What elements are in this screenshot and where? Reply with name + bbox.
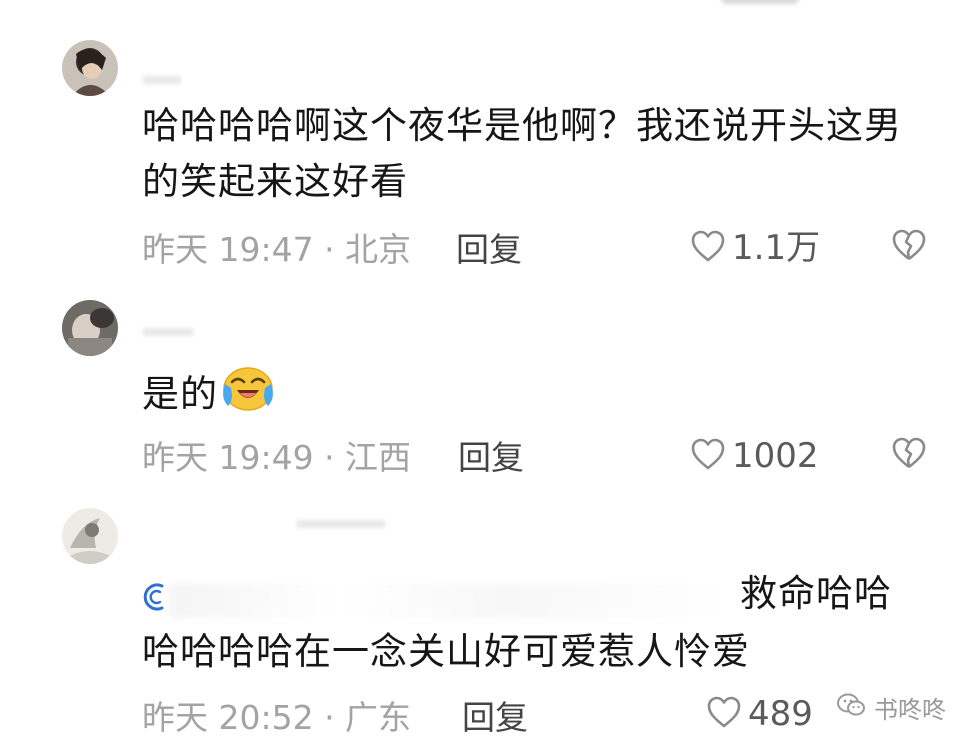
heart-icon [706,695,742,733]
like-button[interactable]: 489 [706,692,813,736]
username-blur [142,76,182,84]
comment-body: 是的 [142,372,218,416]
comment-meta: 昨天 20:52 · 广东 [142,698,412,737]
username-blur [142,328,194,336]
watermark: 书咚咚 [836,690,946,725]
heart-icon [690,437,726,475]
comment-meta: 昨天 19:49 · 江西 [142,438,412,477]
comment-text: 是的 [142,364,274,428]
username-blur [296,520,386,528]
crying-laughing-emoji [222,364,274,428]
blurred-quote [170,584,730,618]
reply-button[interactable]: 回复 [462,696,528,740]
comment-text: 哈哈哈哈在一念关山好可爱惹人怜爱 [142,630,750,673]
comment-meta: 昨天 19:47 · 北京 [142,230,412,269]
like-button[interactable]: 1.1万 [690,226,820,270]
heart-icon [690,229,726,267]
search-link-icon[interactable] [142,580,170,618]
comment-quote-tail: 救命哈哈 [740,572,892,615]
dislike-button[interactable] [890,436,928,474]
watermark-label: 书咚咚 [874,696,946,724]
avatar[interactable] [62,508,118,564]
like-button[interactable]: 1002 [690,434,819,478]
like-count: 1002 [732,436,819,476]
avatar[interactable] [62,40,118,96]
like-count: 489 [748,694,813,734]
reply-button[interactable]: 回复 [458,436,524,480]
comment-text: 哈哈哈哈啊这个夜华是他啊？我还说开头这男的笑起来这好看 [142,104,902,203]
avatar[interactable] [62,300,118,356]
like-count: 1.1万 [732,228,821,268]
reply-button[interactable]: 回复 [456,228,522,272]
previous-comment-fragment [720,0,800,4]
broken-heart-icon [890,229,928,266]
dislike-button[interactable] [890,228,928,266]
wechat-icon [836,692,866,724]
broken-heart-icon [890,437,928,474]
